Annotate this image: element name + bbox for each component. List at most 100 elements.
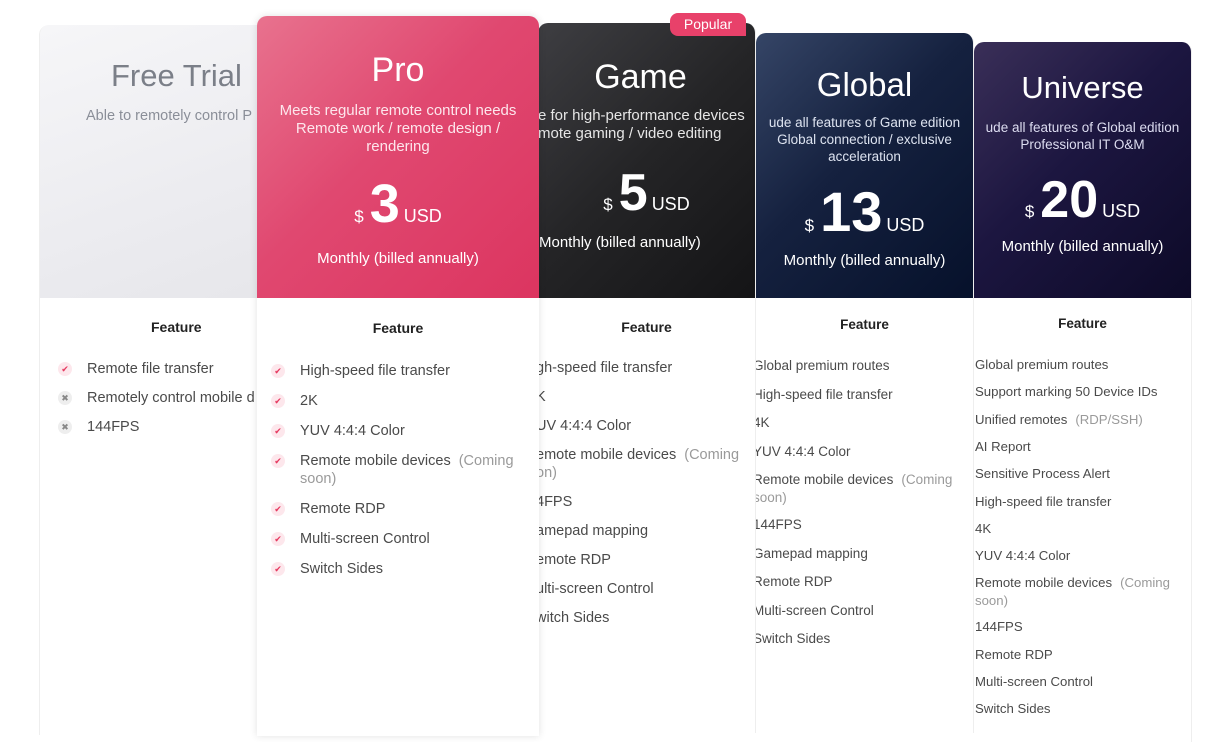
plan-name: Global	[816, 66, 913, 103]
billing-period: Monthly (billed annually)	[1001, 238, 1164, 255]
plan-description-line: ude all features of Global edition	[985, 120, 1180, 135]
billing-period: Monthly (billed annually)	[783, 252, 946, 269]
plan-description-line: acceleration	[828, 149, 901, 164]
plan-card-global[interactable]: Global ude all features of Game edition …	[756, 33, 974, 733]
feature-text: Gamepad mapping	[756, 545, 868, 561]
plan-price: $5 USD	[538, 163, 755, 223]
price-amount: 13	[820, 180, 883, 243]
feature-text: emote RDP	[538, 552, 611, 568]
feature-heading: Feature	[840, 317, 889, 332]
plan-price: $20 USD	[974, 170, 1191, 230]
feature-text: Sensitive Process Alert	[975, 466, 1110, 482]
currency-symbol: $	[603, 195, 613, 214]
feature-text: High-speed file transfer	[975, 493, 1112, 509]
plan-description-line: Remote work / remote design /	[295, 120, 501, 137]
feature-text: 2K	[300, 393, 318, 409]
feature-note: (Coming	[1120, 575, 1170, 591]
price-unit: USD	[886, 215, 925, 235]
feature-text: High-speed file transfer	[300, 363, 450, 379]
feature-text: Support marking 50 Device IDs	[975, 384, 1158, 400]
plan-description-line: Global connection / exclusive	[777, 132, 952, 147]
feature-note-continued: on)	[538, 465, 557, 481]
plan-price: $3 USD	[257, 173, 539, 235]
check-icon: ✔	[271, 454, 285, 468]
feature-text: Multi-screen Control	[975, 674, 1093, 689]
feature-text: 144FPS	[975, 619, 1023, 635]
feature-text: UV 4:4:4 Color	[538, 418, 632, 434]
check-icon: ✔	[271, 532, 285, 546]
feature-note: (RDP/SSH)	[1075, 411, 1143, 427]
plan-card-universe[interactable]: Universe ude all features of Global edit…	[974, 42, 1192, 742]
plan-name: Game	[594, 58, 687, 96]
feature-text: 144FPS	[87, 419, 140, 435]
price-amount: 5	[618, 164, 648, 222]
feature-note: (Coming	[458, 453, 514, 469]
feature-text: Remote mobile devices	[300, 453, 451, 469]
feature-text: YUV 4:4:4 Color	[975, 548, 1071, 564]
billing-period: Monthly (billed annually)	[539, 234, 701, 251]
feature-text: ulti-screen Control	[538, 581, 654, 597]
price-unit: USD	[1102, 201, 1141, 221]
plan-description: ude all features of Global edition Profe…	[974, 119, 1191, 153]
feature-note: (Coming	[684, 447, 740, 463]
feature-text: YUV 4:4:4 Color	[300, 423, 405, 439]
price-amount: 20	[1040, 171, 1099, 229]
feature-text: Remote RDP	[975, 646, 1053, 662]
feature-text: Multi-screen Control	[756, 602, 874, 618]
plan-description-line: e for high-performance devices	[538, 107, 745, 124]
currency-symbol: $	[354, 207, 364, 226]
popular-badge: Popular	[670, 13, 746, 36]
plan-description: Meets regular remote control needs Remot…	[257, 102, 539, 156]
plan-header-global: Global ude all features of Game edition …	[756, 33, 973, 298]
plan-description-line: ude all features of Game edition	[768, 115, 961, 130]
cross-icon: ✖	[58, 391, 72, 405]
feature-text: Global premium routes	[756, 358, 890, 373]
feature-text: Remotely control mobile d	[87, 390, 255, 406]
plan-card-game[interactable]: Game e for high-performance devices mote…	[538, 23, 756, 733]
plan-header-pro: Pro Meets regular remote control needs R…	[257, 16, 539, 298]
check-icon: ✔	[271, 502, 285, 516]
plan-header-universe: Universe ude all features of Global edit…	[974, 42, 1191, 298]
check-icon: ✔	[271, 562, 285, 576]
feature-section: Feature Global premium routes Support mar…	[974, 298, 1191, 742]
check-icon: ✔	[271, 394, 285, 408]
plan-description-line: Meets regular remote control needs	[279, 102, 517, 119]
feature-text: High-speed file transfer	[756, 386, 893, 402]
feature-text: Switch Sides	[300, 561, 384, 577]
plan-description-line: mote gaming / video editing	[538, 125, 722, 142]
feature-text: Multi-screen Control	[300, 531, 430, 547]
plan-description: e for high-performance devices mote gami…	[538, 107, 755, 143]
plan-name: Universe	[1021, 70, 1144, 105]
currency-symbol: $	[804, 216, 815, 235]
feature-text: 4K	[975, 520, 992, 536]
feature-text: Remote mobile devices	[756, 472, 894, 487]
feature-heading: Feature	[621, 319, 672, 335]
feature-text: Remote file transfer	[87, 361, 214, 377]
feature-text: 4FPS	[538, 494, 573, 510]
feature-note-continued: soon)	[756, 490, 787, 505]
plan-description-line: Professional IT O&M	[1020, 137, 1145, 152]
check-icon: ✔	[58, 362, 72, 376]
price-unit: USD	[651, 194, 690, 214]
check-icon: ✔	[271, 364, 285, 378]
check-icon: ✔	[271, 424, 285, 438]
feature-text: amepad mapping	[538, 523, 649, 539]
feature-section: Feature Global premium routes High-speed …	[756, 298, 973, 733]
feature-text: witch Sides	[538, 610, 610, 626]
feature-heading: Feature	[1058, 316, 1107, 331]
plan-card-pro[interactable]: Pro Meets regular remote control needs R…	[257, 16, 539, 736]
feature-text: Remote mobile devices	[975, 575, 1113, 591]
plan-name: Pro	[371, 51, 425, 89]
plan-header-game: Game e for high-performance devices mote…	[538, 23, 755, 298]
feature-text: Remote RDP	[756, 574, 833, 589]
feature-text: K	[538, 389, 546, 405]
feature-text: 4K	[756, 415, 770, 430]
currency-symbol: $	[1024, 202, 1035, 221]
feature-text: emote mobile devices	[538, 447, 677, 463]
feature-text: Global premium routes	[975, 357, 1109, 372]
cross-icon: ✖	[58, 420, 72, 434]
feature-note: (Coming	[901, 472, 953, 487]
feature-heading: Feature	[372, 320, 424, 336]
feature-text: Remote RDP	[300, 501, 386, 517]
plan-description: ude all features of Game edition Global …	[756, 114, 973, 165]
